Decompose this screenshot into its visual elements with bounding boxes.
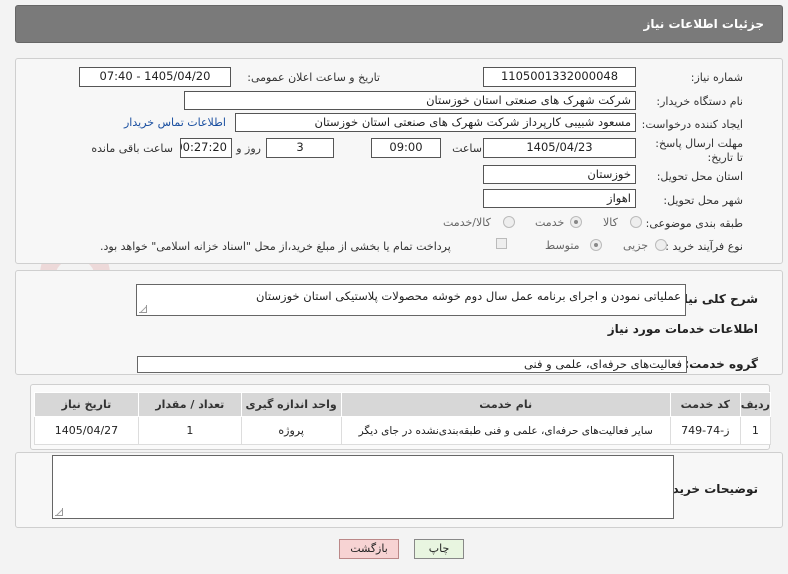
col-quantity: تعداد / مقدار [137, 392, 242, 417]
category-radio-service[interactable] [570, 216, 582, 228]
need-details-page: AriaTender.net جزئیات اطلاعات نیاز شماره… [0, 0, 788, 574]
col-index: ردیف [739, 392, 772, 417]
row-service-name: سایر فعالیت‌های حرفه‌ای، علمی و فنی طبقه… [340, 416, 671, 445]
need-number-label: شماره نیاز: [690, 71, 743, 84]
buyer-notes-field[interactable] [52, 455, 674, 519]
process-radio-medium[interactable] [590, 239, 602, 251]
treasury-bonds-note: پرداخت تمام یا بخشی از مبلغ خرید،از محل … [100, 240, 451, 253]
table-row: 1 ز-74-749 سایر فعالیت‌های حرفه‌ای، علمی… [34, 416, 772, 445]
province-label: استان محل تحویل: [656, 170, 743, 183]
service-group-label: گروه خدمت: [684, 357, 758, 371]
row-service-code: ز-74-749 [669, 416, 741, 445]
service-group-field: فعالیت‌های حرفه‌ای، علمی و فنی [137, 356, 687, 373]
row-need-date: 1405/04/27 [34, 416, 139, 445]
category-radio-goods[interactable] [630, 216, 642, 228]
city-field: اهواز [483, 189, 636, 208]
back-button[interactable]: بازگشت [339, 539, 399, 559]
announce-date-field: 1405/04/20 - 07:40 [79, 67, 231, 87]
need-number-field: 1105001332000048 [483, 67, 636, 87]
description-field: عملیاتی نمودن و اجرای برنامه عمل سال دوم… [136, 284, 686, 316]
page-header: جزئیات اطلاعات نیاز [15, 5, 783, 43]
col-service-code: کد خدمت [669, 392, 741, 417]
col-need-date: تاریخ نیاز [34, 392, 139, 417]
category-label: طبقه بندی موضوعی: [645, 217, 743, 230]
buyer-org-field: شرکت شهرک های صنعتی استان خوزستان [184, 91, 636, 110]
services-table-header: ردیف کد خدمت نام خدمت واحد اندازه گیری ت… [34, 392, 772, 417]
requester-field: مسعود شبیبی کارپرداز شرکت شهرک های صنعتی… [235, 113, 636, 132]
col-service-name: نام خدمت [340, 392, 671, 417]
category-option-service: خدمت [535, 216, 565, 229]
remaining-time-field: 00:27:20 [180, 138, 232, 158]
requester-label: ایجاد کننده درخواست: [641, 118, 743, 131]
buyer-notes-resize-handle[interactable] [55, 508, 63, 516]
category-option-goods-service: کالا/خدمت [443, 216, 491, 229]
deadline-time-label: ساعت [452, 142, 482, 155]
deadline-label: مهلت ارسال پاسخ: تا تاریخ: [655, 137, 743, 164]
row-unit: پروژه [240, 416, 342, 445]
province-field: خوزستان [483, 165, 636, 184]
process-option-medium: متوسط [545, 239, 580, 252]
category-radio-goods-service[interactable] [503, 216, 515, 228]
category-option-goods: کالا [603, 216, 618, 229]
remaining-time-label: ساعت باقی مانده [91, 142, 173, 155]
days-label: روز و [236, 142, 261, 155]
description-resize-handle[interactable] [139, 305, 147, 313]
buyer-org-label: نام دستگاه خریدار: [656, 95, 743, 108]
announce-date-label: تاریخ و ساعت اعلان عمومی: [247, 71, 380, 84]
process-radio-minor[interactable] [655, 239, 667, 251]
deadline-time-field: 09:00 [371, 138, 441, 158]
print-button[interactable]: چاپ [414, 539, 464, 559]
days-remaining-field: 3 [266, 138, 334, 158]
services-table: ردیف کد خدمت نام خدمت واحد اندازه گیری ت… [34, 392, 772, 445]
page-title: جزئیات اطلاعات نیاز [643, 17, 764, 31]
row-quantity: 1 [137, 416, 242, 445]
col-unit: واحد اندازه گیری [240, 392, 342, 417]
treasury-bonds-checkbox[interactable] [496, 238, 507, 249]
buyer-contact-link[interactable]: اطلاعات تماس خریدار [124, 116, 226, 129]
process-option-minor: جزیی [623, 239, 649, 252]
city-label: شهر محل تحویل: [663, 194, 743, 207]
deadline-date-field: 1405/04/23 [483, 138, 636, 158]
row-index: 1 [739, 416, 772, 445]
services-section-title: اطلاعات خدمات مورد نیاز [607, 322, 758, 336]
process-type-label: نوع فرآیند خرید : [665, 240, 743, 253]
